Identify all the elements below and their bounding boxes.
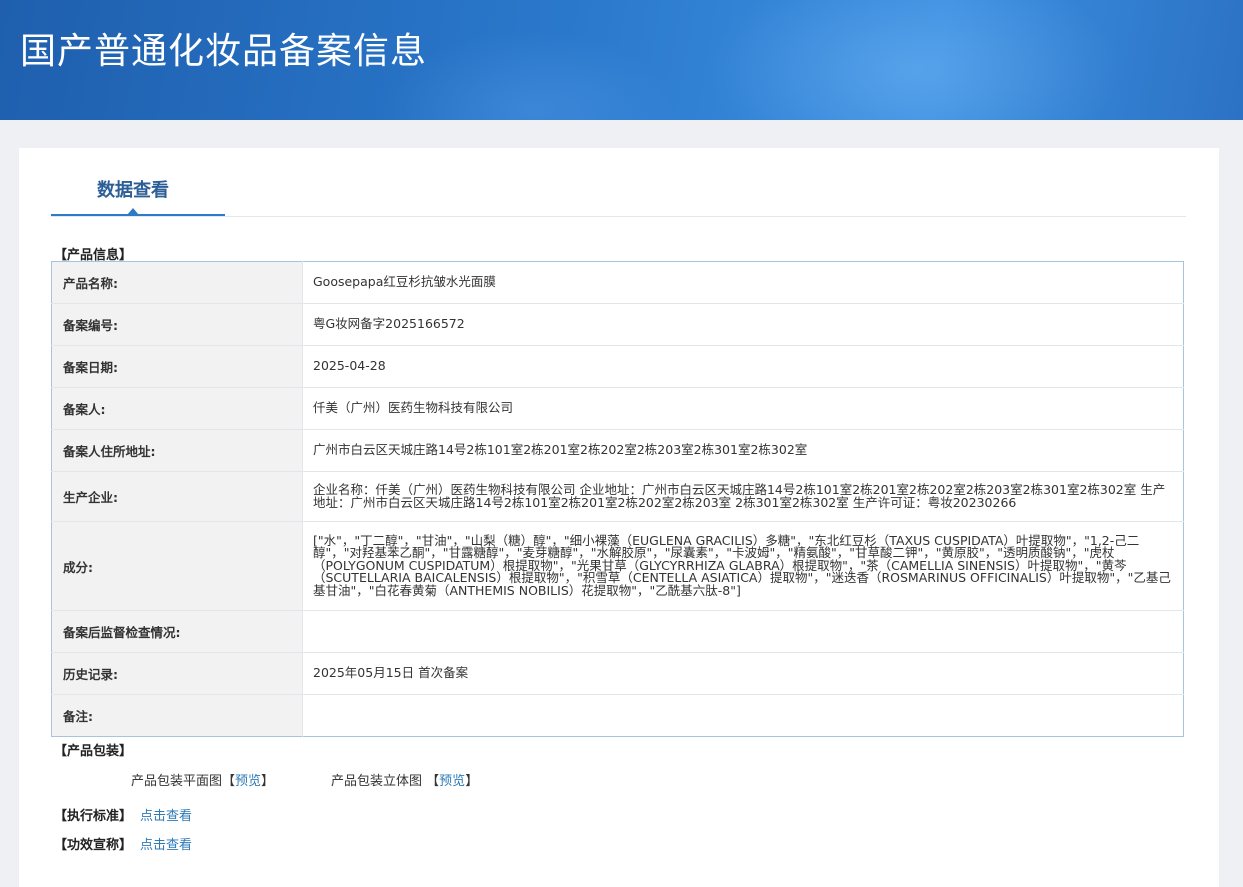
row-label: 备案人住所地址: <box>51 429 303 472</box>
table-row: 产品名称: Goosepapa红豆杉抗皱水光面膜 <box>51 261 1184 304</box>
row-label: 历史记录: <box>51 652 303 695</box>
row-label: 生产企业: <box>51 471 303 522</box>
packaging-solid-row: 产品包装立体图 【预览】 <box>331 770 478 789</box>
table-row: 备案人住所地址: 广州市白云区天城庄路14号2栋101室2栋201室2栋202室… <box>51 429 1184 472</box>
table-row: 生产企业: 企业名称：仟美（广州）医药生物科技有限公司 企业地址：广州市白云区天… <box>51 471 1184 522</box>
content-panel: 数据查看 【产品信息】 产品名称: Goosepapa红豆杉抗皱水光面膜 备案编… <box>19 148 1219 887</box>
row-label: 产品名称: <box>51 261 303 304</box>
row-label: 备注: <box>51 694 303 737</box>
row-label: 备案日期: <box>51 345 303 388</box>
tab-bar: 数据查看 <box>51 148 1186 217</box>
bracket-open: 【 <box>222 774 236 789</box>
row-value: 广州市白云区天城庄路14号2栋101室2栋201室2栋202室2栋203室2栋3… <box>302 429 1184 472</box>
table-row: 备案后监督检查情况: <box>51 610 1184 653</box>
packaging-heading: 【产品包装】 <box>54 744 133 759</box>
page-title: 国产普通化妆品备案信息 <box>20 31 428 72</box>
row-value <box>303 695 1184 737</box>
claims-view-link[interactable]: 点击查看 <box>140 834 192 853</box>
packaging-solid-label: 产品包装立体图 <box>331 774 423 789</box>
row-value: 2025-04-28 <box>302 345 1184 388</box>
row-label: 备案编号: <box>51 303 303 346</box>
row-value: 2025年05月15日 首次备案 <box>302 652 1184 695</box>
table-row: 备注: <box>51 694 1184 737</box>
row-value: 企业名称：仟美（广州）医药生物科技有限公司 企业地址：广州市白云区天城庄路14号… <box>302 471 1184 522</box>
row-value <box>302 610 1184 653</box>
row-label: 成分: <box>51 521 303 611</box>
row-value: ["水"，"丁二醇"，"甘油"，"山梨（糖）醇"，"细小裸藻（EUGLENA G… <box>302 521 1184 611</box>
row-value: 仟美（广州）医药生物科技有限公司 <box>302 387 1184 430</box>
standard-heading: 【执行标准】 <box>54 809 133 824</box>
tab-data-view[interactable]: 数据查看 <box>51 148 225 216</box>
claims-heading: 【功效宣称】 <box>54 838 133 853</box>
packaging-flat-row: 产品包装平面图【预览】 <box>131 770 274 789</box>
table-row: 备案编号: 粤G妆网备字2025166572 <box>51 303 1184 346</box>
table-row: 备案日期: 2025-04-28 <box>51 345 1184 388</box>
header-decoration <box>703 0 1123 120</box>
row-value: Goosepapa红豆杉抗皱水光面膜 <box>302 261 1184 304</box>
table-row: 备案人: 仟美（广州）医药生物科技有限公司 <box>51 387 1184 430</box>
row-label: 备案人: <box>51 387 303 430</box>
bracket-close: 】 <box>465 774 479 789</box>
table-row: 成分: ["水"，"丁二醇"，"甘油"，"山梨（糖）醇"，"细小裸藻（EUGLE… <box>51 521 1184 611</box>
bracket-open: 【 <box>426 774 440 789</box>
standard-view-link[interactable]: 点击查看 <box>140 805 192 824</box>
packaging-flat-label: 产品包装平面图 <box>131 774 223 789</box>
row-value: 粤G妆网备字2025166572 <box>302 303 1184 346</box>
table-row: 历史记录: 2025年05月15日 首次备案 <box>51 652 1184 695</box>
product-info-table: 产品名称: Goosepapa红豆杉抗皱水光面膜 备案编号: 粤G妆网备字202… <box>51 261 1184 737</box>
tab-caret-icon <box>127 208 139 215</box>
tab-label: 数据查看 <box>97 180 169 201</box>
packaging-solid-preview-link[interactable]: 预览 <box>439 774 465 789</box>
packaging-flat-preview-link[interactable]: 预览 <box>235 774 261 789</box>
row-label: 备案后监督检查情况: <box>51 610 303 653</box>
bracket-close: 】 <box>261 774 275 789</box>
page-header: 国产普通化妆品备案信息 <box>0 0 1243 120</box>
